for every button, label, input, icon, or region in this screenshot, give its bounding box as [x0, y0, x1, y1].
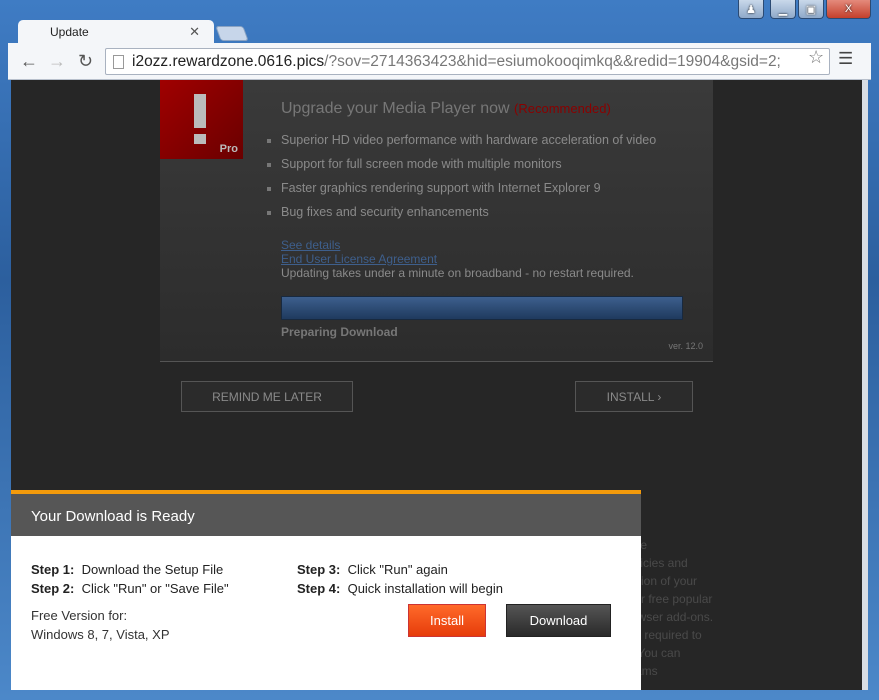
warning-logo: Pro — [160, 80, 243, 159]
bookmark-star-icon[interactable]: ☆ — [808, 47, 824, 68]
text-fragment: rams — [631, 664, 658, 678]
text-fragment: owser add-ons. — [631, 610, 714, 624]
menu-icon[interactable]: ☰ — [838, 49, 853, 69]
url-rest: /?sov=2714363423&hid=esiumokooqimkq&&red… — [324, 53, 781, 70]
text-fragment: . You can — [631, 646, 681, 660]
version-label: ver. 12.0 — [668, 341, 703, 351]
text-fragment: ble — [631, 536, 713, 554]
popup-download-button[interactable]: Download — [506, 604, 611, 637]
step-4: Step 4: Quick installation will begin — [297, 581, 503, 596]
update-panel: Pro Upgrade your Media Player now (Recom… — [160, 80, 713, 362]
popup-install-button[interactable]: Install — [408, 604, 486, 637]
step-label: Step 4: — [297, 581, 341, 596]
minimize-button[interactable]: ▁ — [770, 0, 796, 19]
background-text: ble olicies and ation of your fer free p… — [631, 536, 713, 680]
step-text: Click "Run" again — [347, 562, 448, 577]
user-icon[interactable]: ♟ — [738, 0, 764, 19]
maximize-button[interactable]: ▣ — [798, 0, 824, 19]
panel-title: Upgrade your Media Player now (Recommend… — [281, 100, 611, 118]
step-3: Step 3: Click "Run" again — [297, 562, 448, 577]
tab-title: Update — [50, 25, 89, 39]
page-icon — [113, 55, 124, 69]
free-line-1: Free Version for: — [31, 608, 128, 623]
text-fragment: ation of your — [631, 574, 698, 588]
recommended-label: (Recommended) — [514, 101, 611, 116]
step-text: Quick installation will begin — [347, 581, 503, 596]
see-details-link[interactable]: See details — [281, 238, 340, 252]
step-label: Step 1: — [31, 562, 75, 577]
step-2: Step 2: Click "Run" or "Save File" — [31, 581, 229, 596]
text-fragment: ot required to — [631, 628, 702, 642]
step-text: Click "Run" or "Save File" — [81, 581, 229, 596]
progress-bar — [281, 296, 683, 320]
download-popup: Your Download is Ready Step 1: Download … — [11, 490, 641, 690]
text-fragment: olicies and — [631, 556, 688, 570]
title-text: Upgrade your Media Player now — [281, 100, 510, 117]
free-version-info: Free Version for: Windows 8, 7, Vista, XP — [31, 606, 170, 644]
browser-toolbar: ← → ↻ i2ozz.rewardzone.0616.pics/?sov=27… — [8, 43, 871, 80]
forward-icon[interactable]: → — [48, 51, 66, 72]
tab-update[interactable]: Update ✕ — [18, 20, 214, 44]
text-fragment: fer free popular — [631, 592, 713, 606]
new-tab-button[interactable] — [215, 26, 249, 41]
list-item: Faster graphics rendering support with I… — [266, 181, 656, 205]
reload-icon[interactable]: ↻ — [78, 51, 93, 72]
free-line-2: Windows 8, 7, Vista, XP — [31, 627, 170, 642]
remind-later-button[interactable]: REMIND ME LATER — [181, 381, 353, 412]
list-item: Bug fixes and security enhancements — [266, 205, 656, 229]
step-label: Step 2: — [31, 581, 75, 596]
step-label: Step 3: — [297, 562, 341, 577]
window-controls: ♟ ▁ ▣ X — [738, 0, 871, 19]
close-tab-icon[interactable]: ✕ — [189, 24, 200, 40]
feature-list: Superior HD video performance with hardw… — [266, 133, 656, 229]
scrollbar[interactable] — [862, 80, 868, 690]
popup-title: Your Download is Ready — [11, 494, 641, 536]
step-1: Step 1: Download the Setup File — [31, 562, 223, 577]
eula-link[interactable]: End User License Agreement — [281, 252, 437, 266]
list-item: Support for full screen mode with multip… — [266, 157, 656, 181]
update-note: Updating takes under a minute on broadba… — [281, 266, 634, 280]
address-bar[interactable]: i2ozz.rewardzone.0616.pics/?sov=27143634… — [105, 48, 830, 75]
url-host: i2ozz.rewardzone.0616.pics — [132, 53, 325, 70]
progress-label: Preparing Download — [281, 325, 398, 339]
close-window-button[interactable]: X — [826, 0, 871, 19]
step-text: Download the Setup File — [81, 562, 224, 577]
logo-text: Pro — [219, 143, 238, 155]
list-item: Superior HD video performance with hardw… — [266, 133, 656, 157]
install-button[interactable]: INSTALL › — [575, 381, 693, 412]
back-icon[interactable]: ← — [20, 51, 38, 72]
